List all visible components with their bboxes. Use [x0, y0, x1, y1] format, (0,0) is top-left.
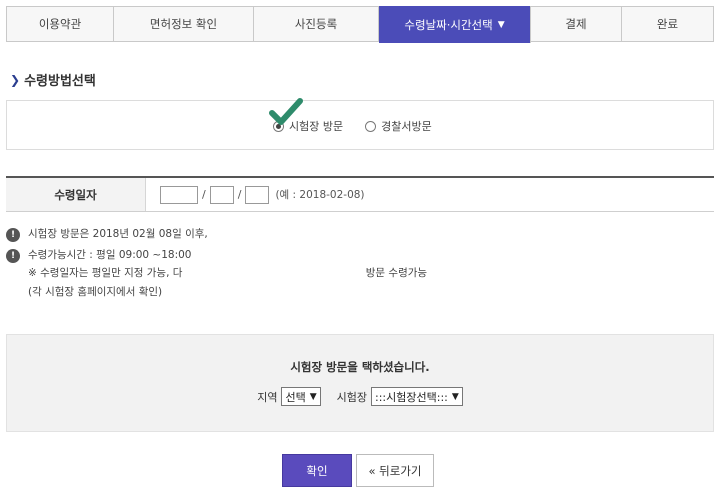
date-inputs: / / (예 : 2018-02-08): [146, 178, 365, 211]
notice-sub: ※ 수령일자는 평일만 지정 가능, 다 방문 수령가능: [6, 264, 714, 283]
step-complete[interactable]: 완료: [622, 7, 713, 41]
exclamation-icon: !: [6, 249, 20, 263]
chevron-down-icon: ▼: [309, 391, 317, 402]
step-terms[interactable]: 이용약관: [7, 7, 114, 41]
section-title-text: 수령방법선택: [24, 74, 96, 89]
step-date-time[interactable]: 수령날짜·시간선택 ▼: [379, 6, 531, 43]
date-row: 수령일자 / / (예 : 2018-02-08): [6, 176, 714, 212]
notice-item: ! 시험장 방문은 2018년 02월 08일 이후,: [6, 226, 714, 243]
step-date-time-label: 수령날짜·시간선택: [404, 17, 493, 32]
notices: ! 시험장 방문은 2018년 02월 08일 이후, ! 수령가능시간 : 평…: [6, 226, 714, 302]
notice-text: 방문 수령가능: [365, 267, 428, 279]
date-separator: /: [237, 188, 242, 201]
step-complete-label: 완료: [656, 17, 679, 31]
chevron-down-icon: ▼: [451, 391, 459, 402]
date-separator: /: [202, 188, 206, 201]
step-terms-label: 이용약관: [38, 17, 82, 31]
exclamation-icon: !: [6, 228, 20, 242]
step-license-info-label: 면허정보 확인: [149, 17, 218, 31]
notice-text: 수령가능시간 : 평일 09:00 ~18:00: [28, 249, 192, 261]
day-input[interactable]: [245, 185, 270, 204]
region-label: 지역: [257, 390, 278, 404]
step-tabs: 이용약관 면허정보 확인 사진등록 수령날짜·시간선택 ▼ 결제 완료: [6, 6, 714, 43]
center-select-row: 지역 선택 ▼ 시험장 :::시험장선택::: ▼: [7, 387, 713, 406]
chevron-down-icon: ▼: [497, 19, 505, 30]
center-select-panel: 시험장 방문을 택하셨습니다. 지역 선택 ▼ 시험장 :::시험장선택::: …: [6, 334, 714, 432]
date-label: 수령일자: [6, 178, 146, 211]
center-select-title: 시험장 방문을 택하셨습니다.: [290, 360, 430, 374]
step-license-info[interactable]: 면허정보 확인: [114, 7, 254, 41]
region-select-value: 선택: [285, 390, 306, 404]
step-photo[interactable]: 사진등록: [254, 7, 379, 41]
center-select[interactable]: :::시험장선택::: ▼: [371, 387, 463, 406]
step-photo-label: 사진등록: [294, 17, 338, 31]
region-select[interactable]: 선택 ▼: [281, 387, 321, 406]
method-box: 시험장 방문 경찰서방문: [6, 100, 714, 150]
checkmark-icon: [269, 98, 303, 125]
notice-text: ※ 수령일자는 평일만 지정 가능, 다: [28, 267, 183, 279]
center-select-value: :::시험장선택:::: [375, 390, 448, 404]
notice-text: 시험장 방문은 2018년 02월 08일 이후,: [28, 228, 208, 240]
confirm-button[interactable]: 확인: [282, 454, 352, 487]
month-input[interactable]: [209, 185, 234, 204]
section-title: ❯ 수령방법선택: [10, 70, 96, 90]
radio-police-station[interactable]: [365, 120, 377, 132]
step-payment[interactable]: 결제: [531, 7, 622, 41]
step-payment-label: 결제: [565, 17, 587, 31]
back-button[interactable]: « 뒤로가기: [356, 454, 434, 487]
center-label: 시험장: [336, 390, 368, 404]
notice-item: ! 수령가능시간 : 평일 09:00 ~18:00: [6, 247, 714, 264]
chevron-right-icon: ❯: [10, 72, 21, 87]
year-input[interactable]: [160, 185, 198, 204]
date-hint: (예 : 2018-02-08): [275, 189, 365, 201]
notice-text: (각 시험장 홈페이지에서 확인): [28, 286, 163, 298]
radio-police-station-label[interactable]: 경찰서방문: [381, 118, 432, 134]
